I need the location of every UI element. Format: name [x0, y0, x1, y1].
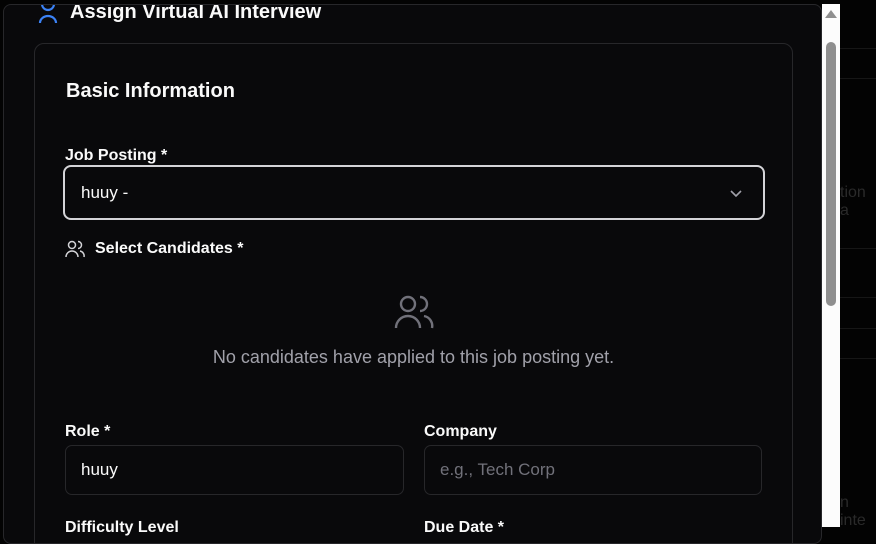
background-divider [840, 358, 876, 359]
role-label: Role * [65, 423, 111, 440]
dialog-header: Assign Virtual AI Interview [38, 4, 322, 24]
users-icon [394, 295, 433, 329]
section-title: Basic Information [66, 80, 235, 102]
role-input[interactable] [65, 445, 404, 495]
due-date-label: Due Date * [424, 519, 505, 536]
job-posting-select[interactable]: huuy - [63, 165, 765, 220]
background-divider [840, 248, 876, 249]
scroll-up-arrow-icon[interactable] [825, 10, 837, 18]
background-text: n inte [840, 494, 866, 529]
basic-information-card: Basic Information Job Posting * huuy - S… [34, 43, 793, 543]
difficulty-label: Difficulty Level [65, 519, 179, 536]
empty-message: No candidates have applied to this job p… [212, 347, 615, 367]
background-text: tion a [840, 184, 866, 219]
user-icon [38, 5, 58, 23]
dialog-title: Assign Virtual AI Interview [70, 4, 322, 23]
job-posting-value: huuy - [81, 182, 129, 202]
chevron-down-icon [730, 189, 742, 197]
users-icon [65, 240, 85, 258]
assign-interview-dialog: Assign Virtual AI Interview Basic Inform… [3, 4, 822, 544]
company-input[interactable] [424, 445, 762, 495]
job-posting-label: Job Posting * [65, 147, 168, 164]
company-label: Company [424, 423, 497, 440]
candidates-empty-state: No candidates have applied to this job p… [35, 294, 792, 368]
background-divider [840, 48, 876, 49]
background-divider [840, 297, 876, 298]
background-divider [840, 78, 876, 79]
scrollbar-thumb[interactable] [826, 42, 836, 306]
scrollbar[interactable] [822, 4, 840, 527]
select-candidates-label: Select Candidates * [95, 240, 244, 257]
background-divider [840, 328, 876, 329]
select-candidates-header: Select Candidates * [65, 240, 244, 258]
